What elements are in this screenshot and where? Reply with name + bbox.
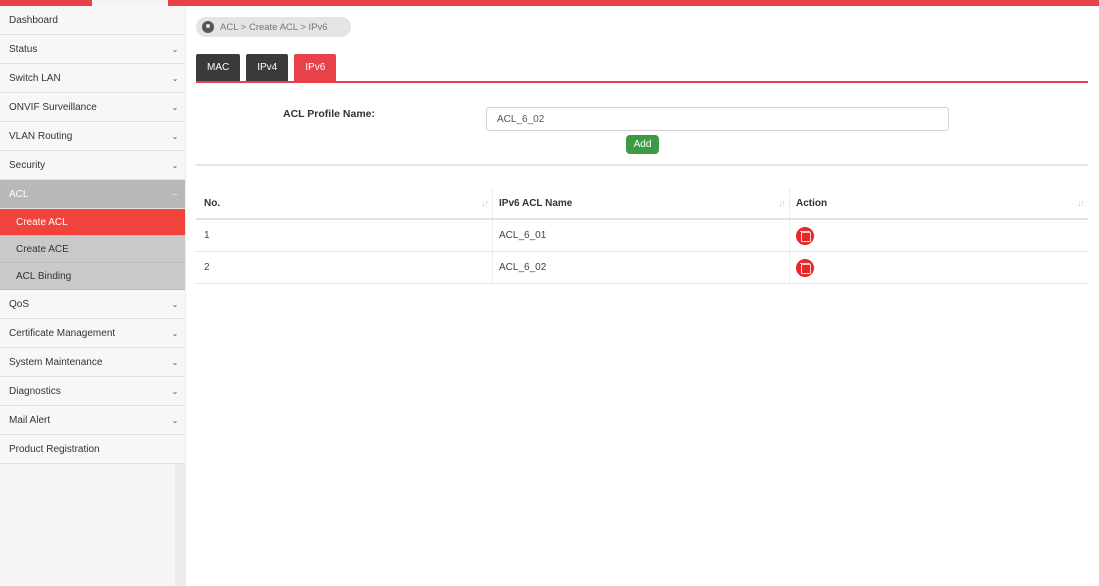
- sidebar-item-label: ONVIF Surveillance: [9, 102, 97, 113]
- sidebar-subitem-label: Create ACL: [16, 217, 68, 228]
- sidebar-item-label: ACL: [9, 189, 29, 200]
- sort-icon[interactable]: ↓↑: [778, 198, 786, 208]
- sidebar: Dashboard Status ⌄ Switch LAN ⌄ ONVIF Su…: [0, 6, 186, 586]
- action-cell: [789, 220, 1088, 251]
- breadcrumb-text: ACL > Create ACL > IPv6: [220, 21, 328, 33]
- action-cell: [789, 252, 1088, 283]
- chevron-down-icon: ⌄: [171, 387, 179, 396]
- chevron-down-icon: ⌄: [171, 329, 179, 338]
- breadcrumb: ACL > Create ACL > IPv6: [196, 17, 351, 37]
- delete-icon[interactable]: [796, 258, 814, 277]
- delete-icon[interactable]: [796, 226, 814, 245]
- sidebar-item-product-registration[interactable]: Product Registration: [0, 435, 185, 464]
- acl-profile-name-input[interactable]: [486, 107, 949, 131]
- sort-icon[interactable]: ↓↑: [481, 198, 489, 208]
- row-number: 2: [204, 262, 210, 273]
- sidebar-item-onvif-surveillance[interactable]: ONVIF Surveillance ⌄: [0, 93, 185, 122]
- table-header-row: No. ↓↑ IPv6 ACL Name ↓↑ Action ↓↑: [196, 188, 1088, 220]
- sidebar-item-status[interactable]: Status ⌄: [0, 35, 185, 64]
- chevron-down-icon: ⌄: [171, 103, 179, 112]
- column-header-action[interactable]: Action ↓↑: [789, 188, 1088, 218]
- sidebar-item-label: Status: [9, 44, 38, 55]
- sidebar-item-dashboard[interactable]: Dashboard: [0, 6, 185, 35]
- sort-icon[interactable]: ↓↑: [1077, 198, 1085, 208]
- chevron-down-icon: ⌄: [171, 416, 179, 425]
- sidebar-subitem-label: ACL Binding: [16, 271, 72, 282]
- add-button[interactable]: Add: [626, 135, 659, 154]
- sidebar-item-label: Switch LAN: [9, 73, 61, 84]
- sidebar-subitem-create-acl[interactable]: Create ACL: [0, 209, 185, 236]
- column-header-label: No.: [204, 197, 221, 209]
- sidebar-item-diagnostics[interactable]: Diagnostics ⌄: [0, 377, 185, 406]
- sidebar-subitem-label: Create ACE: [16, 244, 69, 255]
- acl-table: No. ↓↑ IPv6 ACL Name ↓↑ Action ↓↑ 1 ACL_…: [196, 188, 1088, 284]
- chevron-down-icon: ⌄: [171, 161, 179, 170]
- location-pin-icon: [202, 21, 214, 33]
- sidebar-item-label: Security: [9, 160, 46, 171]
- form-divider: [196, 164, 1088, 166]
- acl-profile-name-label: ACL Profile Name:: [283, 108, 375, 120]
- sidebar-item-label: Certificate Management: [9, 328, 116, 339]
- tab-mac[interactable]: MAC: [196, 54, 241, 82]
- tab-bar: MAC IPv4 IPv6: [196, 54, 337, 82]
- sidebar-subitem-create-ace[interactable]: Create ACE: [0, 236, 185, 263]
- chevron-down-icon: ⌄: [171, 45, 179, 54]
- sidebar-item-system-maintenance[interactable]: System Maintenance ⌄: [0, 348, 185, 377]
- sidebar-item-certificate-management[interactable]: Certificate Management ⌄: [0, 319, 185, 348]
- sidebar-item-label: Diagnostics: [9, 386, 61, 397]
- acl-name: ACL_6_01: [492, 220, 789, 251]
- table-row: 1 ACL_6_01: [196, 220, 1088, 252]
- column-header-no[interactable]: No. ↓↑: [196, 188, 492, 218]
- acl-name: ACL_6_02: [492, 252, 789, 283]
- sidebar-item-acl[interactable]: ACL –: [0, 180, 185, 209]
- table-row: 2 ACL_6_02: [196, 252, 1088, 284]
- sidebar-item-label: System Maintenance: [9, 357, 103, 368]
- column-header-label: Action: [796, 197, 828, 209]
- chevron-down-icon: ⌄: [171, 358, 179, 367]
- sidebar-item-switch-lan[interactable]: Switch LAN ⌄: [0, 64, 185, 93]
- column-header-label: IPv6 ACL Name: [499, 197, 573, 209]
- sidebar-item-label: QoS: [9, 299, 30, 310]
- tab-ipv6[interactable]: IPv6: [294, 54, 337, 82]
- sidebar-item-security[interactable]: Security ⌄: [0, 151, 185, 180]
- tab-underline: [196, 81, 1088, 83]
- sidebar-item-label: VLAN Routing: [9, 131, 73, 142]
- sidebar-item-qos[interactable]: QoS ⌄: [0, 290, 185, 319]
- chevron-down-icon: ⌄: [171, 300, 179, 309]
- sidebar-item-label: Mail Alert: [9, 415, 51, 426]
- tab-ipv4[interactable]: IPv4: [246, 54, 289, 82]
- sidebar-item-label: Product Registration: [9, 444, 100, 455]
- sidebar-subitem-acl-binding[interactable]: ACL Binding: [0, 263, 185, 290]
- sidebar-item-mail-alert[interactable]: Mail Alert ⌄: [0, 406, 185, 435]
- chevron-down-icon: ⌄: [171, 132, 179, 141]
- sidebar-item-vlan-routing[interactable]: VLAN Routing ⌄: [0, 122, 185, 151]
- row-number: 1: [204, 230, 210, 241]
- collapse-icon: –: [172, 190, 178, 199]
- sidebar-item-label: Dashboard: [9, 15, 58, 26]
- column-header-ipv6-acl-name[interactable]: IPv6 ACL Name ↓↑: [492, 188, 789, 218]
- chevron-down-icon: ⌄: [171, 74, 179, 83]
